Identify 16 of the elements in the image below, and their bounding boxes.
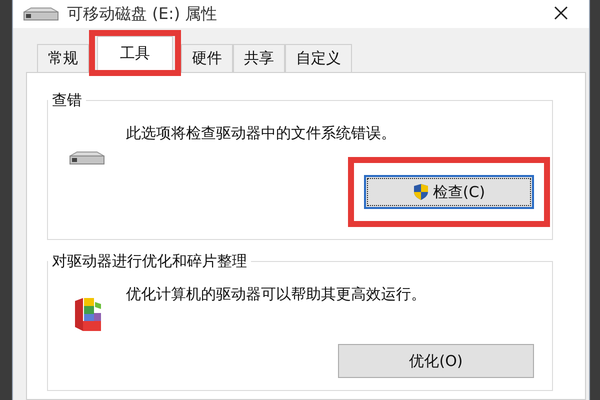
group-title: 查错 bbox=[51, 91, 83, 110]
group-title: 对驱动器进行优化和碎片整理 bbox=[51, 252, 248, 271]
shield-icon bbox=[412, 183, 429, 201]
optimize-button[interactable]: 优化(O) bbox=[338, 344, 534, 378]
close-icon bbox=[553, 4, 569, 20]
tab[interactable]: 自定义 bbox=[285, 44, 352, 72]
check-button[interactable]: 检查(C) bbox=[364, 175, 534, 209]
drive-icon bbox=[67, 150, 107, 166]
description-text: 优化计算机的驱动器可以帮助其更高效运行。 bbox=[126, 285, 427, 304]
tab[interactable]: 硬件 bbox=[181, 44, 233, 72]
tab[interactable]: 工具 bbox=[97, 36, 173, 70]
description-text: 此选项将检查驱动器中的文件系统错误。 bbox=[126, 124, 397, 143]
tab[interactable]: 常规 bbox=[37, 44, 89, 72]
tab[interactable]: 共享 bbox=[233, 44, 285, 72]
window-title: 可移动磁盘 (E:) 属性 bbox=[67, 4, 218, 24]
drive-icon bbox=[21, 6, 61, 22]
